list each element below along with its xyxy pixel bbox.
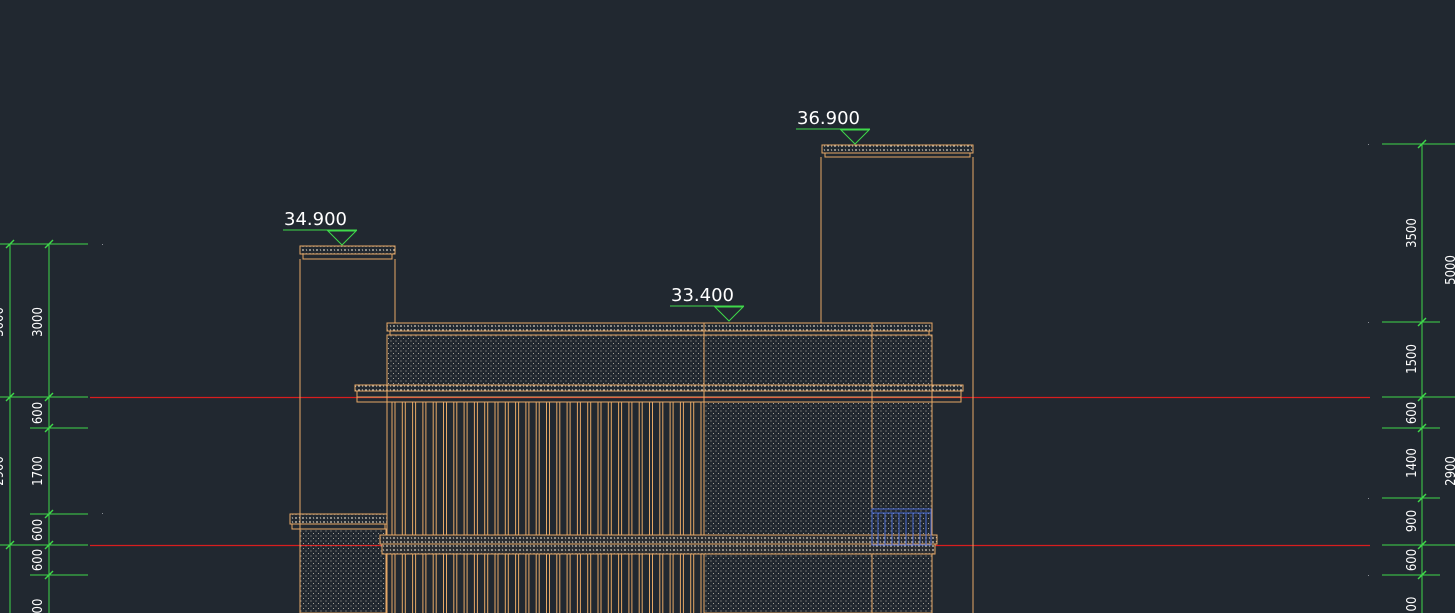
level-marker-33400: 33.400 xyxy=(670,285,745,322)
right-dim-1500: 1500 xyxy=(1405,344,1420,374)
right-dim-1400: 1400 xyxy=(1405,448,1420,478)
right-dim-3500: 3500 xyxy=(1405,218,1420,248)
svg-text:33.400: 33.400 xyxy=(671,285,734,306)
right-dim-600-b: 600 xyxy=(1405,549,1420,571)
vertical-fins xyxy=(391,402,705,613)
level-marker-36900: 36.900 xyxy=(796,108,871,145)
elevation-drawing: 3000 600 1700 600 600 00 3000 2900 3500 … xyxy=(0,108,1455,613)
right-dim-bottom: 00 xyxy=(1405,597,1420,612)
right-dimension-chain xyxy=(1382,139,1455,613)
left-tower xyxy=(289,245,396,613)
right-outer-dim-2900: 2900 xyxy=(1444,456,1455,486)
level-marker-34900: 34.900 xyxy=(283,209,358,246)
left-dim-1700: 1700 xyxy=(31,456,46,486)
right-dim-600-a: 600 xyxy=(1405,402,1420,424)
left-dim-3000: 3000 xyxy=(31,307,46,337)
svg-text:34.900: 34.900 xyxy=(284,209,347,230)
left-outer-dim-3000: 3000 xyxy=(0,307,7,337)
left-dim-600-c: 600 xyxy=(31,549,46,571)
left-outer-dim-2900: 2900 xyxy=(0,456,7,486)
right-dim-900: 900 xyxy=(1405,510,1420,532)
left-dim-600-b: 600 xyxy=(31,519,46,541)
right-outer-dim-5000: 5000 xyxy=(1444,255,1455,285)
left-dim-bottom: 00 xyxy=(31,599,46,613)
svg-text:36.900: 36.900 xyxy=(797,108,860,129)
left-dim-600-a: 600 xyxy=(31,402,46,424)
balcony-slab xyxy=(379,534,938,555)
